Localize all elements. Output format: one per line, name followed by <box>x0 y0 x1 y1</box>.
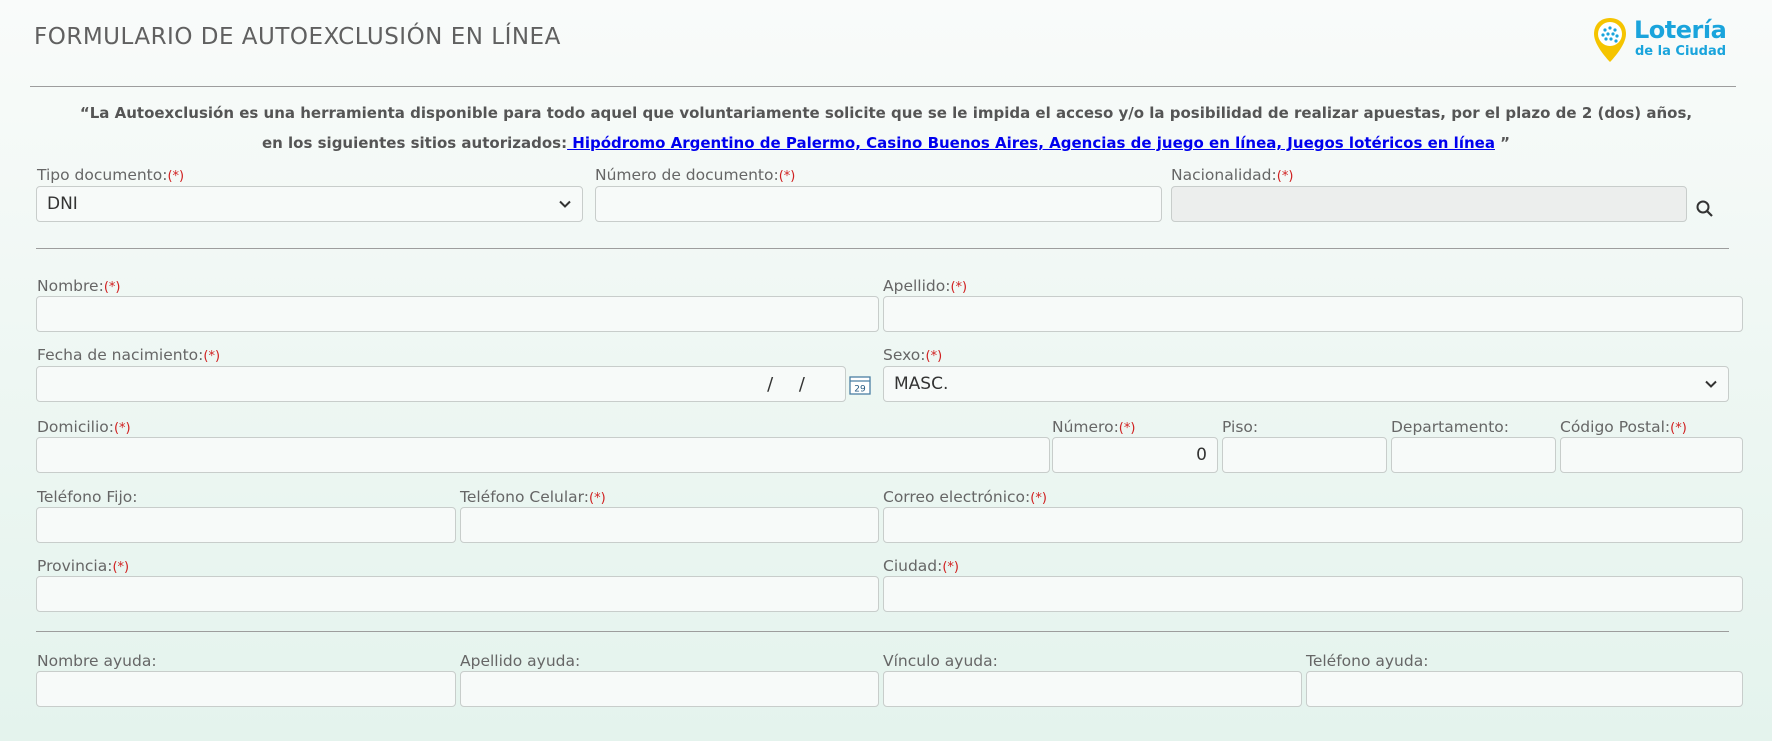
chevron-down-icon <box>1705 380 1717 388</box>
logo-text-ciudad: de la Ciudad <box>1635 44 1727 59</box>
logo-pin-icon <box>1594 18 1626 62</box>
departamento-label: Departamento: <box>1391 418 1509 436</box>
vinculo-ayuda-label: Vínculo ayuda: <box>883 652 998 670</box>
ciudad-label: Ciudad:(*) <box>883 557 960 575</box>
provincia-label: Provincia:(*) <box>37 557 130 575</box>
domicilio-input[interactable] <box>36 437 1050 473</box>
telefono-celular-input[interactable] <box>460 507 879 543</box>
sexo-label: Sexo:(*) <box>883 346 943 364</box>
telefono-celular-label: Teléfono Celular:(*) <box>460 488 606 506</box>
intro-text-line2: en los siguientes sitios autorizados: Hi… <box>261 134 1511 152</box>
telefono-fijo-input[interactable] <box>36 507 456 543</box>
nombre-input[interactable] <box>36 296 879 332</box>
section-divider-1 <box>36 248 1729 249</box>
apellido-input[interactable] <box>883 296 1743 332</box>
tipo-documento-select[interactable]: DNI <box>36 186 583 222</box>
domicilio-label: Domicilio:(*) <box>37 418 131 436</box>
correo-input[interactable] <box>883 507 1743 543</box>
telefono-ayuda-label: Teléfono ayuda: <box>1306 652 1429 670</box>
ciudad-input[interactable] <box>883 576 1743 612</box>
nombre-ayuda-input[interactable] <box>36 671 456 707</box>
numero-documento-input[interactable] <box>595 186 1162 222</box>
fecha-nacimiento-label: Fecha de nacimiento:(*) <box>37 346 221 364</box>
search-icon[interactable] <box>1695 199 1715 219</box>
fecha-nacimiento-input[interactable]: / / <box>36 366 846 402</box>
sexo-select[interactable]: MASC. <box>883 366 1729 402</box>
authorized-sites-link[interactable]: Hipódromo Argentino de Palermo, Casino B… <box>567 134 1495 152</box>
piso-label: Piso: <box>1222 418 1259 436</box>
telefono-ayuda-input[interactable] <box>1306 671 1743 707</box>
apellido-label: Apellido:(*) <box>883 277 968 295</box>
telefono-fijo-label: Teléfono Fijo: <box>37 488 138 506</box>
nacionalidad-label: Nacionalidad:(*) <box>1171 166 1294 184</box>
nacionalidad-input <box>1171 186 1687 222</box>
tipo-documento-label: Tipo documento:(*) <box>37 166 185 184</box>
departamento-input[interactable] <box>1391 437 1556 473</box>
calendar-icon[interactable]: 29 <box>849 375 871 395</box>
correo-label: Correo electrónico:(*) <box>883 488 1047 506</box>
numero-label: Número:(*) <box>1052 418 1136 436</box>
logo-text-loteria: Lotería <box>1634 16 1727 44</box>
codigo-postal-input[interactable] <box>1560 437 1743 473</box>
numero-input[interactable]: 0 <box>1052 437 1218 473</box>
header-divider <box>30 86 1736 87</box>
nombre-label: Nombre:(*) <box>37 277 121 295</box>
nombre-ayuda-label: Nombre ayuda: <box>37 652 157 670</box>
numero-documento-label: Número de documento:(*) <box>595 166 796 184</box>
page-title: FORMULARIO DE AUTOEXCLUSIÓN EN LÍNEA <box>34 24 561 50</box>
date-placeholder: / / <box>767 373 815 395</box>
calendar-day: 29 <box>854 385 866 395</box>
piso-input[interactable] <box>1222 437 1387 473</box>
intro-text-line1: “La Autoexclusión es una herramienta dis… <box>79 104 1693 122</box>
loteria-logo[interactable]: Lotería de la Ciudad <box>1592 14 1742 64</box>
vinculo-ayuda-input[interactable] <box>883 671 1302 707</box>
chevron-down-icon <box>559 200 571 208</box>
codigo-postal-label: Código Postal:(*) <box>1560 418 1687 436</box>
apellido-ayuda-input[interactable] <box>460 671 879 707</box>
apellido-ayuda-label: Apellido ayuda: <box>460 652 581 670</box>
provincia-input[interactable] <box>36 576 879 612</box>
section-divider-2 <box>36 631 1729 632</box>
